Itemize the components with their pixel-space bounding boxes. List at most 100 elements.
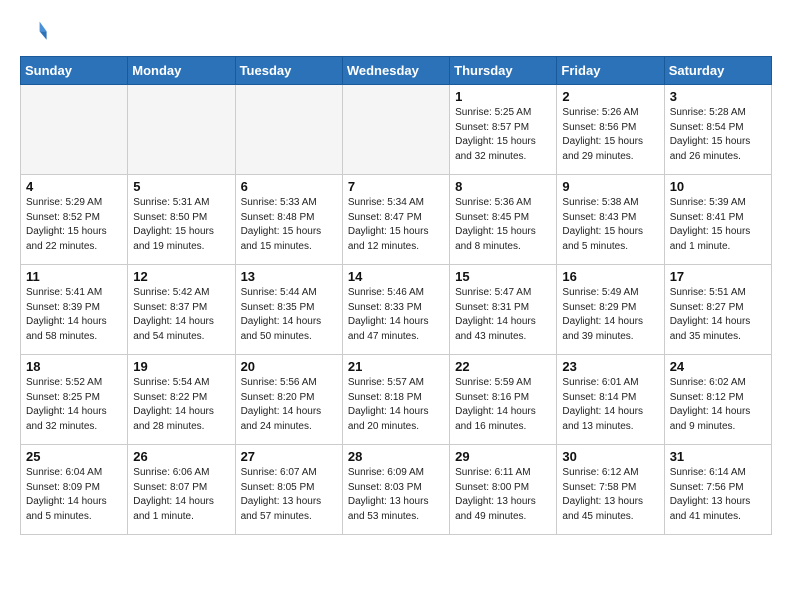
calendar-body: 1 Sunrise: 5:25 AM Sunset: 8:57 PM Daylig… [21,85,772,535]
calendar-cell: 24 Sunrise: 6:02 AM Sunset: 8:12 PM Dayli… [664,355,771,445]
calendar-week-3: 18 Sunrise: 5:52 AM Sunset: 8:25 PM Dayli… [21,355,772,445]
calendar-cell: 26Sunrise: 6:06 AM Sunset: 8:07 PM Dayli… [128,445,235,535]
cell-date: 17 [670,269,766,284]
cell-date: 14 [348,269,444,284]
calendar-cell: 5 Sunrise: 5:31 AM Sunset: 8:50 PM Daylig… [128,175,235,265]
calendar-cell: 2 Sunrise: 5:26 AM Sunset: 8:56 PM Daylig… [557,85,664,175]
calendar-cell [128,85,235,175]
day-header-saturday: Saturday [664,57,771,85]
cell-date: 2 [562,89,658,104]
cell-info: Sunrise: 5:42 AM Sunset: 8:37 PM Dayligh… [133,286,229,344]
cell-info: Sunrise: 5:51 AM Sunset: 8:27 PM Dayligh… [670,286,766,344]
cell-date: 7 [348,179,444,194]
calendar-cell [21,85,128,175]
logo [20,16,52,44]
cell-info: Sunrise: 5:57 AM Sunset: 8:18 PM Dayligh… [348,376,444,434]
cell-date: 24 [670,359,766,374]
cell-info: Sunrise: 5:26 AM Sunset: 8:56 PM Dayligh… [562,106,658,164]
logo-icon [20,16,48,44]
cell-date: 30 [562,449,658,464]
calendar-cell: 21 Sunrise: 5:57 AM Sunset: 8:18 PM Dayli… [342,355,449,445]
calendar-cell: 17 Sunrise: 5:51 AM Sunset: 8:27 PM Dayli… [664,265,771,355]
day-header-wednesday: Wednesday [342,57,449,85]
cell-date: 15 [455,269,551,284]
cell-info: Sunrise: 5:59 AM Sunset: 8:16 PM Dayligh… [455,376,551,434]
header [20,16,772,44]
calendar-cell: 9 Sunrise: 5:38 AM Sunset: 8:43 PM Daylig… [557,175,664,265]
calendar-cell: 29 Sunrise: 6:11 AM Sunset: 8:00 PM Dayli… [450,445,557,535]
calendar-header-row: SundayMondayTuesdayWednesdayThursdayFrid… [21,57,772,85]
cell-date: 31 [670,449,766,464]
cell-date: 22 [455,359,551,374]
calendar-cell: 8Sunrise: 5:36 AM Sunset: 8:45 PM Daylig… [450,175,557,265]
cell-info: Sunrise: 5:39 AM Sunset: 8:41 PM Dayligh… [670,196,766,254]
day-header-thursday: Thursday [450,57,557,85]
cell-info: Sunrise: 5:44 AM Sunset: 8:35 PM Dayligh… [241,286,337,344]
cell-date: 5 [133,179,229,194]
day-header-sunday: Sunday [21,57,128,85]
cell-date: 13 [241,269,337,284]
cell-date: 6 [241,179,337,194]
cell-info: Sunrise: 5:29 AM Sunset: 8:52 PM Dayligh… [26,196,122,254]
cell-date: 9 [562,179,658,194]
cell-info: Sunrise: 5:41 AM Sunset: 8:39 PM Dayligh… [26,286,122,344]
cell-date: 16 [562,269,658,284]
cell-date: 23 [562,359,658,374]
calendar-cell: 22 Sunrise: 5:59 AM Sunset: 8:16 PM Dayli… [450,355,557,445]
calendar-cell: 14 Sunrise: 5:46 AM Sunset: 8:33 PM Dayli… [342,265,449,355]
calendar-cell: 6 Sunrise: 5:33 AM Sunset: 8:48 PM Daylig… [235,175,342,265]
calendar-cell: 4 Sunrise: 5:29 AM Sunset: 8:52 PM Daylig… [21,175,128,265]
calendar-cell: 7 Sunrise: 5:34 AM Sunset: 8:47 PM Daylig… [342,175,449,265]
calendar-cell: 11Sunrise: 5:41 AM Sunset: 8:39 PM Dayli… [21,265,128,355]
cell-info: Sunrise: 6:11 AM Sunset: 8:00 PM Dayligh… [455,466,551,524]
calendar-cell: 19Sunrise: 5:54 AM Sunset: 8:22 PM Dayli… [128,355,235,445]
cell-info: Sunrise: 5:38 AM Sunset: 8:43 PM Dayligh… [562,196,658,254]
calendar-cell: 18 Sunrise: 5:52 AM Sunset: 8:25 PM Dayli… [21,355,128,445]
day-header-monday: Monday [128,57,235,85]
cell-date: 20 [241,359,337,374]
cell-info: Sunrise: 5:25 AM Sunset: 8:57 PM Dayligh… [455,106,551,164]
cell-info: Sunrise: 5:46 AM Sunset: 8:33 PM Dayligh… [348,286,444,344]
calendar-cell [342,85,449,175]
cell-info: Sunrise: 6:12 AM Sunset: 7:58 PM Dayligh… [562,466,658,524]
calendar-cell: 10 Sunrise: 5:39 AM Sunset: 8:41 PM Dayli… [664,175,771,265]
cell-info: Sunrise: 5:28 AM Sunset: 8:54 PM Dayligh… [670,106,766,164]
calendar-cell: 16 Sunrise: 5:49 AM Sunset: 8:29 PM Dayli… [557,265,664,355]
calendar-cell: 30 Sunrise: 6:12 AM Sunset: 7:58 PM Dayli… [557,445,664,535]
cell-info: Sunrise: 5:36 AM Sunset: 8:45 PM Dayligh… [455,196,551,254]
cell-date: 1 [455,89,551,104]
calendar-cell: 20 Sunrise: 5:56 AM Sunset: 8:20 PM Dayli… [235,355,342,445]
cell-date: 4 [26,179,122,194]
cell-info: Sunrise: 5:34 AM Sunset: 8:47 PM Dayligh… [348,196,444,254]
calendar-week-1: 4 Sunrise: 5:29 AM Sunset: 8:52 PM Daylig… [21,175,772,265]
cell-date: 21 [348,359,444,374]
calendar-cell [235,85,342,175]
calendar-cell: 13 Sunrise: 5:44 AM Sunset: 8:35 PM Dayli… [235,265,342,355]
cell-info: Sunrise: 6:02 AM Sunset: 8:12 PM Dayligh… [670,376,766,434]
cell-date: 12 [133,269,229,284]
cell-date: 25 [26,449,122,464]
calendar-cell: 31 Sunrise: 6:14 AM Sunset: 7:56 PM Dayli… [664,445,771,535]
calendar-cell: 28Sunrise: 6:09 AM Sunset: 8:03 PM Dayli… [342,445,449,535]
cell-info: Sunrise: 5:33 AM Sunset: 8:48 PM Dayligh… [241,196,337,254]
cell-date: 10 [670,179,766,194]
calendar-cell: 25 Sunrise: 6:04 AM Sunset: 8:09 PM Dayli… [21,445,128,535]
calendar-cell: 3 Sunrise: 5:28 AM Sunset: 8:54 PM Daylig… [664,85,771,175]
cell-date: 29 [455,449,551,464]
cell-info: Sunrise: 5:31 AM Sunset: 8:50 PM Dayligh… [133,196,229,254]
cell-info: Sunrise: 5:56 AM Sunset: 8:20 PM Dayligh… [241,376,337,434]
page: SundayMondayTuesdayWednesdayThursdayFrid… [0,0,792,551]
cell-info: Sunrise: 5:49 AM Sunset: 8:29 PM Dayligh… [562,286,658,344]
cell-info: Sunrise: 6:04 AM Sunset: 8:09 PM Dayligh… [26,466,122,524]
calendar-week-0: 1 Sunrise: 5:25 AM Sunset: 8:57 PM Daylig… [21,85,772,175]
cell-info: Sunrise: 6:06 AM Sunset: 8:07 PM Dayligh… [133,466,229,524]
cell-info: Sunrise: 5:52 AM Sunset: 8:25 PM Dayligh… [26,376,122,434]
cell-date: 18 [26,359,122,374]
day-header-friday: Friday [557,57,664,85]
cell-date: 3 [670,89,766,104]
calendar-week-4: 25 Sunrise: 6:04 AM Sunset: 8:09 PM Dayli… [21,445,772,535]
cell-info: Sunrise: 6:14 AM Sunset: 7:56 PM Dayligh… [670,466,766,524]
cell-info: Sunrise: 6:09 AM Sunset: 8:03 PM Dayligh… [348,466,444,524]
day-header-tuesday: Tuesday [235,57,342,85]
cell-info: Sunrise: 5:47 AM Sunset: 8:31 PM Dayligh… [455,286,551,344]
